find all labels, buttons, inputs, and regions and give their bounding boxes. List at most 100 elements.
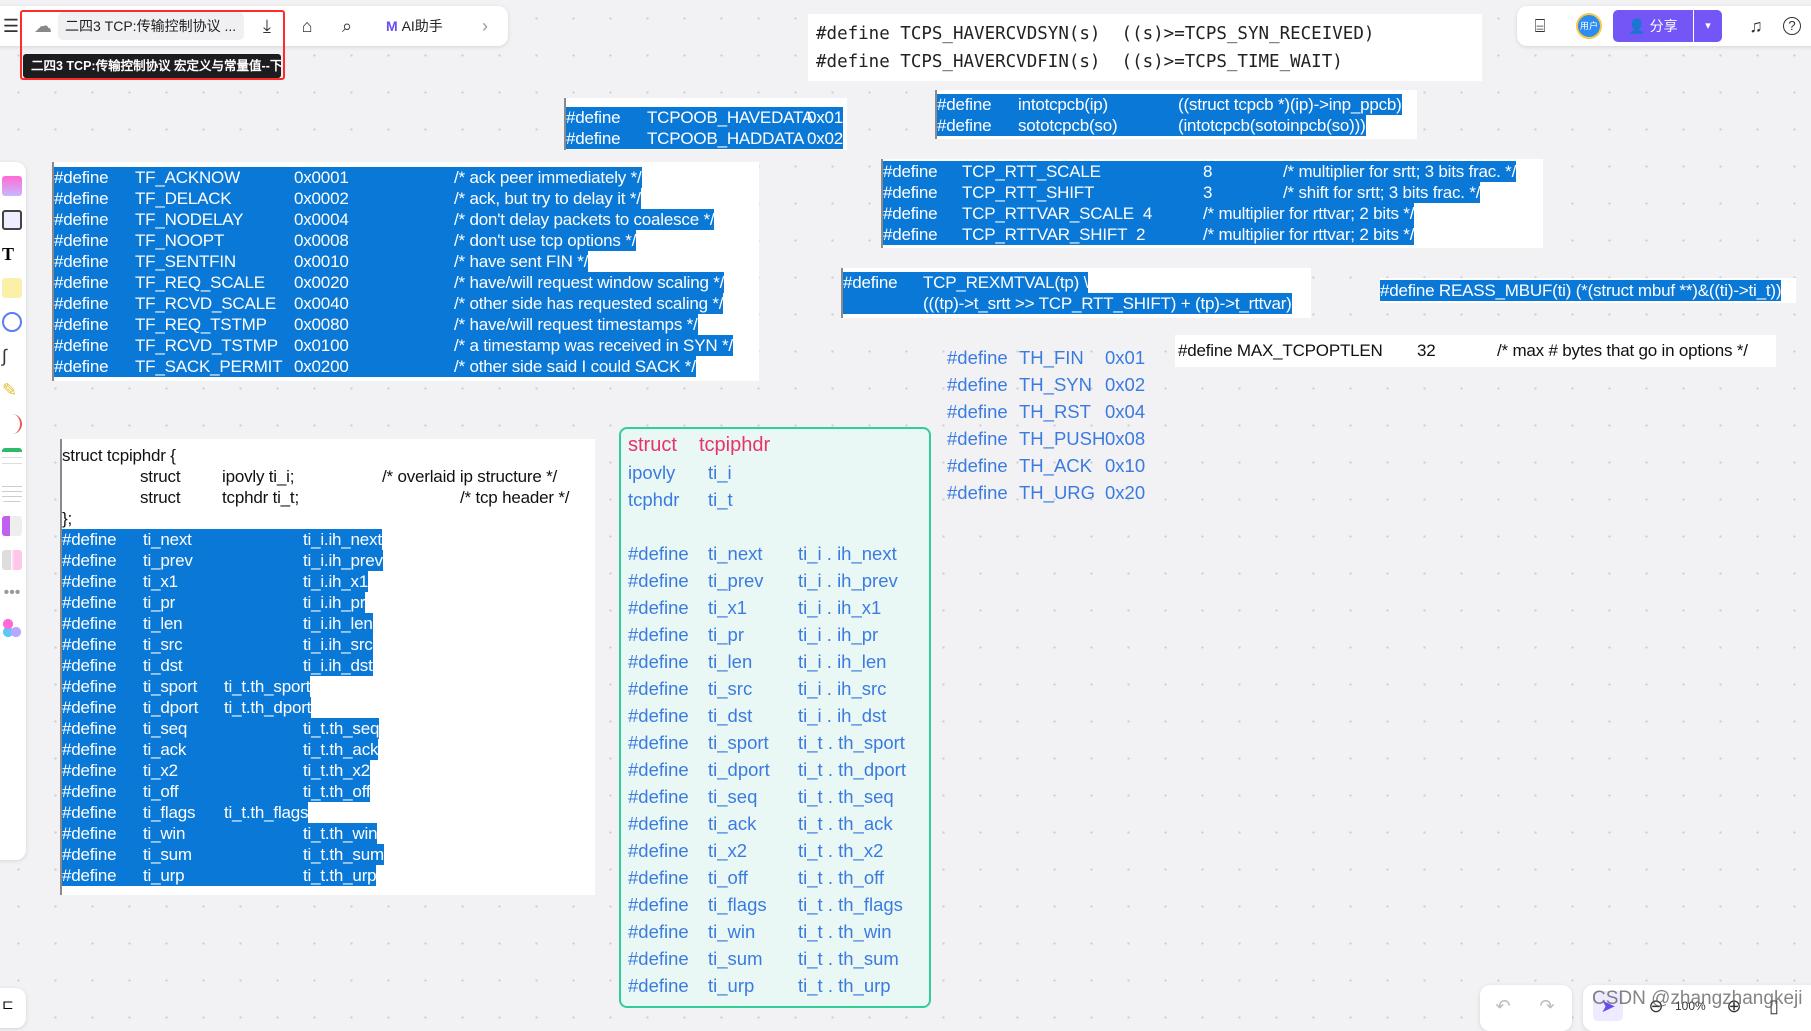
code-line[interactable]: #define ti_prev ti_i.ih_prev (62, 550, 383, 571)
chevron-right-icon[interactable]: › (474, 15, 496, 37)
th-flag-name[interactable]: TH_FIN (1019, 347, 1084, 369)
th-flag-name[interactable]: TH_PUSH (1019, 428, 1105, 450)
keyword: #define (883, 225, 938, 244)
reass-mbuf-line[interactable]: #define REASS_MBUF(ti) (*(struct mbuf **… (1380, 280, 1782, 301)
code-line[interactable]: #define TCPS_HAVERCVDFIN(s) ((s)>=TCPS_T… (816, 48, 1474, 76)
document-icon[interactable] (2, 482, 22, 502)
code-line[interactable]: #define TCP_RTTVAR_SCALE 4 /* multiplier f… (883, 203, 1414, 224)
keyword: #define (62, 656, 117, 675)
code-line[interactable]: struct tcpiphdr { (62, 445, 595, 466)
toolbox-icon[interactable]: ⌸ (1529, 15, 1551, 37)
code-line[interactable]: #define ti_next ti_i.ih_next (62, 529, 382, 550)
code-line[interactable]: #define TF_DELACK 0x0002 /* ack, but try to… (54, 188, 641, 209)
note-member-type: ipovly (628, 462, 676, 483)
bell-icon[interactable]: ♫ (1745, 15, 1767, 37)
code-line[interactable]: #define ti_sport ti_t.th_sport (62, 676, 310, 697)
pen-icon[interactable]: ✎ (2, 380, 22, 400)
code-line[interactable]: #define TCP_RTT_SCALE 8 /* multiplier for s… (883, 161, 1516, 182)
code-line[interactable]: #define TF_SACK_PERMIT 0x0200 /* other side… (54, 356, 696, 377)
note-title-keyword: struct (628, 434, 677, 456)
macro-name: ti_next (143, 530, 192, 549)
frame-icon[interactable] (2, 210, 22, 230)
macro-value: 0x02 (807, 129, 844, 148)
code-line[interactable]: #define ti_sum ti_t.th_sum (62, 844, 384, 865)
more-icon[interactable]: ••• (2, 584, 22, 604)
code-line[interactable]: #define ti_dport ti_t.th_dport (62, 697, 311, 718)
code-line[interactable]: #define intotcpcb(ip) ((struct tcpcb *)(ip… (937, 94, 1402, 115)
template-icon[interactable] (2, 176, 22, 196)
macro-name: TCPOOB_HADDATA (647, 129, 805, 148)
code-line[interactable]: #define ti_dst ti_i.ih_dst (62, 655, 373, 676)
code-line[interactable]: struct ipovly ti_i; /* overlaid ip structu… (62, 466, 595, 487)
macro-value: 0x0020 (294, 273, 349, 292)
tcpiphdr-note[interactable]: struct tcpiphdr ipovly ti_i tcphdr ti_t #defin… (619, 427, 931, 1008)
code-line[interactable]: #define TF_RCVD_TSTMP 0x0100 /* a timestamp… (54, 335, 733, 356)
code-line[interactable]: #define ti_len ti_i.ih_len (62, 613, 373, 634)
connector-icon[interactable]: ∫ (2, 346, 22, 366)
share-dropdown-button[interactable]: ▾ (1694, 10, 1722, 42)
code-line[interactable]: #define TCPOOB_HADDATA 0x02 (566, 128, 843, 149)
macro-value: 0x0040 (294, 294, 349, 313)
code-line[interactable]: #define ti_ack ti_t.th_ack (62, 739, 378, 760)
code-line[interactable]: #define TF_RCVD_SCALE 0x0040 /* other side … (54, 293, 723, 314)
code-line[interactable]: #define ti_flags ti_t.th_flags (62, 802, 309, 823)
mindmap-icon[interactable] (2, 414, 22, 434)
max-tcpoptlen-line[interactable]: #define MAX_TCPOPTLEN 32 /* max # bytes … (1175, 340, 1776, 361)
code-line[interactable]: #define ti_off ti_t.th_off (62, 781, 371, 802)
sticky-note-icon[interactable] (2, 278, 22, 298)
code-line[interactable]: #define ti_seq ti_t.th_seq (62, 718, 379, 739)
code-line[interactable]: #define ti_x1 ti_i.ih_x1 (62, 571, 368, 592)
code-line[interactable]: (((tp)->t_srtt >> TCP_RTT_SHIFT) + (tp)-… (843, 293, 1292, 314)
macro-name: TF_RCVD_TSTMP (135, 336, 278, 355)
th-flag-name[interactable]: TH_ACK (1019, 455, 1092, 477)
apps-icon[interactable] (2, 618, 22, 638)
code-line[interactable]: #define TF_REQ_TSTMP 0x0080 /* have/will re… (54, 314, 698, 335)
member: tcphdr ti_t; (222, 488, 299, 507)
bottom-left-button[interactable]: ⊏ (0, 988, 26, 1028)
th-flag-name[interactable]: TH_SYN (1019, 374, 1092, 396)
table-icon[interactable] (2, 448, 22, 468)
code-line[interactable]: #define ti_x2 ti_t.th_x2 (62, 760, 370, 781)
avatar[interactable]: 用户 (1576, 13, 1602, 39)
share-button[interactable]: 👤 分享 (1613, 10, 1693, 42)
code-line[interactable]: #define ti_src ti_i.ih_src (62, 634, 373, 655)
search-icon[interactable]: ⌕ (336, 15, 358, 37)
shape-icon[interactable] (2, 312, 22, 332)
code-line[interactable]: #define TCP_RTTVAR_SHIFT 2 /* multiplier f… (883, 224, 1414, 245)
intotcpcb-block: #define intotcpcb(ip) ((struct tcpcb *)(ip… (935, 90, 1417, 139)
th-flag-name[interactable]: TH_URG (1019, 482, 1095, 504)
code-line[interactable]: #define ti_win ti_t.th_win (62, 823, 378, 844)
help-icon[interactable]: ? (1783, 17, 1801, 35)
code-line[interactable]: #define TCPS_HAVERCVDSYN(s) ((s)>=TCPS_S… (816, 20, 1474, 48)
note-title-name: tcpiphdr (699, 434, 771, 456)
code-line[interactable]: #define TCP_RTT_SHIFT 3 /* shift for srtt; … (883, 182, 1480, 203)
code-line[interactable]: #define TCP_REXMTVAL(tp) \ (843, 272, 1088, 293)
code-line[interactable]: #define TF_NOOPT 0x0008 /* don't use tcp op… (54, 230, 636, 251)
code-line[interactable]: }; (62, 508, 595, 529)
redo-icon[interactable]: ↷ (1536, 995, 1558, 1017)
macro-name: #define MAX_TCPOPTLEN (1178, 341, 1383, 360)
tag-icon[interactable]: ⌂ (296, 15, 318, 37)
th-flag-name[interactable]: TH_RST (1019, 401, 1091, 423)
code-line[interactable]: struct tcphdr ti_t; /* tcp header */ (62, 487, 595, 508)
note-macro-name: ti_x1 (708, 597, 748, 618)
macro-comment: /* have/will request timestamps */ (454, 315, 698, 334)
note-macro-name: ti_prev (708, 570, 764, 591)
code-line[interactable]: #define ti_pr ti_i.ih_pr (62, 592, 365, 613)
code-line[interactable]: #define TF_REQ_SCALE 0x0020 /* have/will re… (54, 272, 724, 293)
code-line[interactable]: #define TF_ACKNOW 0x0001 /* ack peer immedi… (54, 167, 642, 188)
text-icon[interactable]: T (2, 244, 22, 264)
code-line[interactable]: #define TF_NODELAY 0x0004 /* don't delay pa… (54, 209, 715, 230)
note-macro-name: ti_off (708, 867, 748, 888)
card-icon[interactable] (2, 516, 22, 536)
macro-value: 0x0004 (294, 210, 349, 229)
keyword: #define (62, 677, 117, 696)
ai-assistant-button[interactable]: M AI助手 (386, 12, 443, 40)
menu-icon[interactable]: ☰ (0, 15, 22, 37)
code-line[interactable]: #define TF_SENTFIN 0x0010 /* have sent FIN … (54, 251, 588, 272)
code-line[interactable]: #define sototcpcb(so) (intotcpcb(sotoinpcb… (937, 115, 1366, 136)
kanban-icon[interactable] (2, 550, 22, 570)
undo-icon[interactable]: ↶ (1492, 995, 1514, 1017)
code-line[interactable]: #define TCPOOB_HAVEDATA 0x01 (566, 107, 843, 128)
code-line[interactable]: #define ti_urp ti_t.th_urp (62, 865, 377, 886)
